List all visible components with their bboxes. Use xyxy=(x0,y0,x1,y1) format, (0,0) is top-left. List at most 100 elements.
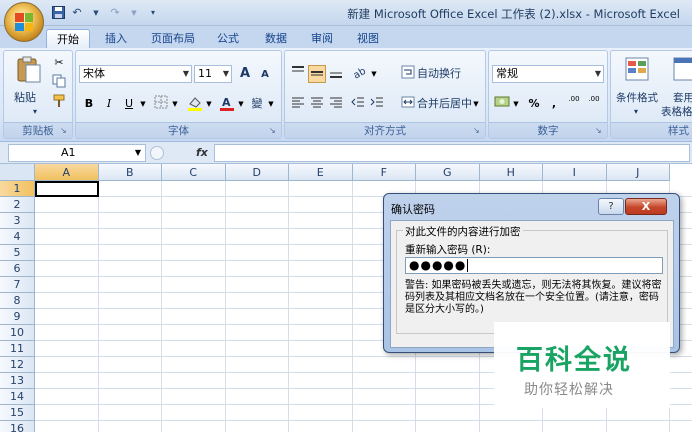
column-header-e[interactable]: E xyxy=(289,164,353,181)
font-color-dropdown-icon[interactable]: ▼ xyxy=(236,95,246,113)
password-input[interactable]: ●●●●● xyxy=(405,257,663,274)
font-color-icon[interactable]: A xyxy=(218,95,236,113)
column-header-f[interactable]: F xyxy=(352,164,416,181)
percent-button[interactable]: % xyxy=(525,95,543,113)
align-left-icon[interactable] xyxy=(289,95,307,113)
clipboard-launcher-icon[interactable]: ↘ xyxy=(60,126,69,135)
align-top-icon[interactable] xyxy=(289,65,307,83)
phonetic-button[interactable]: 變 xyxy=(248,95,266,113)
row-header-10[interactable]: 10 xyxy=(0,325,35,341)
font-launcher-icon[interactable]: ↘ xyxy=(269,126,278,135)
format-as-table-icon[interactable] xyxy=(671,55,692,85)
copy-icon[interactable] xyxy=(50,74,68,92)
decrease-decimal-button[interactable]: .00 xyxy=(585,95,603,113)
number-format-select[interactable]: 常规 ▼ xyxy=(492,65,604,83)
row-header-7[interactable]: 7 xyxy=(0,277,35,293)
merge-dropdown-icon[interactable]: ▼ xyxy=(471,95,481,113)
tab-view[interactable]: 视图 xyxy=(348,29,388,48)
wrap-text-button[interactable]: 自动换行 xyxy=(417,65,477,83)
undo-icon[interactable]: ↶ xyxy=(69,5,85,20)
column-header-j[interactable]: J xyxy=(606,164,670,181)
merge-center-button[interactable]: 合并后居中 xyxy=(417,95,479,113)
conditional-format-dropdown-icon[interactable]: ▾ xyxy=(631,103,641,121)
row-header-1[interactable]: 1 xyxy=(0,181,35,197)
row-header-16[interactable]: 16 xyxy=(0,421,35,432)
customize-qat-icon[interactable]: ▾ xyxy=(145,5,161,20)
cut-icon[interactable]: ✂ xyxy=(50,54,68,72)
fill-color-icon[interactable] xyxy=(186,95,204,113)
column-header-c[interactable]: C xyxy=(162,164,226,181)
column-header-g[interactable]: G xyxy=(416,164,480,181)
column-header-i[interactable]: I xyxy=(543,164,607,181)
merge-center-icon[interactable] xyxy=(399,95,417,113)
column-header-d[interactable]: D xyxy=(225,164,289,181)
tab-insert[interactable]: 插入 xyxy=(96,29,136,48)
row-header-13[interactable]: 13 xyxy=(0,373,35,389)
accounting-format-icon[interactable] xyxy=(493,95,511,113)
select-all-corner[interactable] xyxy=(0,164,35,181)
accounting-dropdown-icon[interactable]: ▼ xyxy=(511,95,521,113)
align-center-icon[interactable] xyxy=(308,95,326,113)
conditional-format-icon[interactable] xyxy=(623,55,653,85)
fill-color-dropdown-icon[interactable]: ▼ xyxy=(204,95,214,113)
row-header-4[interactable]: 4 xyxy=(0,229,35,245)
grow-font-button[interactable]: A xyxy=(236,65,254,83)
active-cell[interactable] xyxy=(35,181,99,197)
increase-decimal-button[interactable]: .00 xyxy=(565,95,583,113)
help-button[interactable]: ? xyxy=(598,198,624,215)
underline-dropdown-icon[interactable]: ▼ xyxy=(138,95,148,113)
align-right-icon[interactable] xyxy=(327,95,345,113)
row-header-14[interactable]: 14 xyxy=(0,389,35,405)
shrink-font-button[interactable]: A xyxy=(256,66,274,84)
undo-dropdown-icon[interactable]: ▼ xyxy=(88,5,104,20)
underline-button[interactable]: U xyxy=(120,95,138,113)
row-header-15[interactable]: 15 xyxy=(0,405,35,421)
tab-page-layout[interactable]: 页面布局 xyxy=(142,29,204,48)
row-header-2[interactable]: 2 xyxy=(0,197,35,213)
insert-function-icon[interactable]: fx xyxy=(196,146,208,159)
borders-dropdown-icon[interactable]: ▼ xyxy=(170,95,180,113)
name-box[interactable]: A1 ▼ xyxy=(8,144,146,162)
row-header-3[interactable]: 3 xyxy=(0,213,35,229)
redo-dropdown-icon[interactable]: ▼ xyxy=(126,5,142,20)
align-middle-icon[interactable] xyxy=(308,65,326,83)
paste-icon[interactable] xyxy=(14,55,44,85)
format-painter-icon[interactable] xyxy=(50,94,68,112)
orientation-dropdown-icon[interactable]: ▼ xyxy=(369,65,379,83)
paste-dropdown-icon[interactable]: ▾ xyxy=(30,103,40,121)
tab-review[interactable]: 审阅 xyxy=(302,29,342,48)
office-button[interactable] xyxy=(4,2,44,42)
row-header-5[interactable]: 5 xyxy=(0,245,35,261)
close-button[interactable]: X xyxy=(625,198,667,215)
row-header-9[interactable]: 9 xyxy=(0,309,35,325)
phonetic-dropdown-icon[interactable]: ▼ xyxy=(266,95,276,113)
borders-icon[interactable] xyxy=(152,95,170,113)
tab-data[interactable]: 数据 xyxy=(256,29,296,48)
wrap-text-icon[interactable] xyxy=(399,65,417,83)
tab-formulas[interactable]: 公式 xyxy=(208,29,248,48)
alignment-launcher-icon[interactable]: ↘ xyxy=(473,126,482,135)
number-launcher-icon[interactable]: ↘ xyxy=(595,126,604,135)
save-icon[interactable] xyxy=(50,5,66,20)
formula-input[interactable] xyxy=(214,144,690,162)
row-header-8[interactable]: 8 xyxy=(0,293,35,309)
tab-home[interactable]: 开始 xyxy=(46,29,90,48)
increase-indent-icon[interactable] xyxy=(368,95,386,113)
column-header-b[interactable]: B xyxy=(98,164,162,181)
comma-button[interactable]: , xyxy=(545,95,563,113)
align-bottom-icon[interactable] xyxy=(327,65,345,83)
column-header-h[interactable]: H xyxy=(479,164,543,181)
bold-button[interactable]: B xyxy=(80,95,98,113)
row-header-12[interactable]: 12 xyxy=(0,357,35,373)
row-header-6[interactable]: 6 xyxy=(0,261,35,277)
decrease-indent-icon[interactable] xyxy=(349,95,367,113)
row-header-11[interactable]: 11 xyxy=(0,341,35,357)
font-size-select[interactable]: 11 ▼ xyxy=(194,65,232,83)
italic-button[interactable]: I xyxy=(100,95,118,113)
chevron-down-icon[interactable]: ▼ xyxy=(135,145,141,161)
column-header-a[interactable]: A xyxy=(35,164,99,181)
orientation-icon[interactable]: ab xyxy=(351,65,369,83)
alignment-group: ab ▼ 自动换行 合并后居中 ▼ 对齐方式 ↘ xyxy=(284,50,486,139)
redo-icon[interactable]: ↷ xyxy=(107,5,123,20)
font-name-select[interactable]: 宋体 ▼ xyxy=(79,65,192,83)
